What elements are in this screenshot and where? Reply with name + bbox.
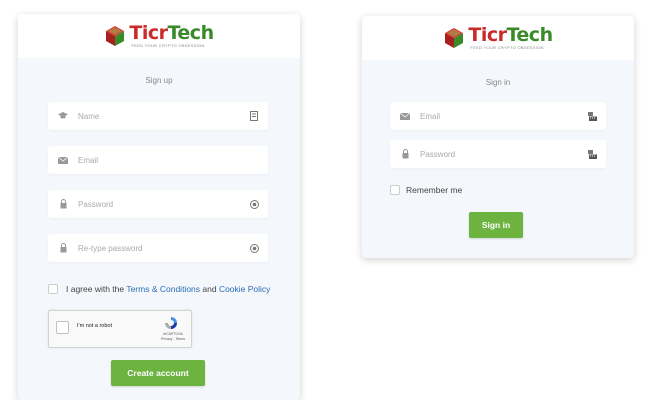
logo-tagline: FEED YOUR CRYPTO OBSESSION <box>470 45 544 50</box>
logo-text-tech: Tech <box>167 22 214 44</box>
lock-icon <box>52 199 74 209</box>
signin-button[interactable]: Sign in <box>469 212 523 238</box>
signin-header: TicrTech FEED YOUR CRYPTO OBSESSION <box>362 16 634 60</box>
terms-link[interactable]: Terms & Conditions <box>126 284 200 294</box>
signin-password-field[interactable] <box>390 140 606 168</box>
signup-title: Sign up <box>145 76 173 85</box>
password-field[interactable] <box>48 190 268 218</box>
cookie-policy-link[interactable]: Cookie Policy <box>219 284 271 294</box>
email-field[interactable] <box>48 146 268 174</box>
recaptcha-logo-icon <box>165 317 177 329</box>
remember-me-checkbox[interactable] <box>390 185 400 195</box>
retype-password-input[interactable] <box>74 243 244 253</box>
retype-password-field[interactable] <box>48 234 268 262</box>
agree-checkbox[interactable] <box>48 284 58 294</box>
envelope-icon <box>52 156 74 164</box>
signup-card: TicrTech FEED YOUR CRYPTO OBSESSION Sign… <box>18 14 300 400</box>
lock-icon <box>52 243 74 253</box>
recaptcha-brand-text: reCAPTCHA <box>163 332 183 336</box>
signin-email-field[interactable] <box>390 102 606 130</box>
recaptcha-label: I'm not a robot <box>77 323 112 329</box>
agree-text-middle: and <box>200 284 219 294</box>
keyboard-icon[interactable] <box>582 111 602 121</box>
signin-password-input[interactable] <box>416 149 582 159</box>
logo-tagline: FEED YOUR CRYPTO OBSESSION <box>131 43 205 48</box>
signin-email-input[interactable] <box>416 111 582 121</box>
email-input[interactable] <box>74 155 268 165</box>
cube-logo-icon <box>106 26 125 46</box>
create-account-button[interactable]: Create account <box>111 360 205 386</box>
remember-me-label: Remember me <box>406 185 463 195</box>
cube-logo-icon <box>445 28 464 48</box>
recaptcha-brand: reCAPTCHA Privacy - Terms <box>161 332 185 341</box>
signin-title: Sign in <box>485 78 511 87</box>
eye-icon[interactable] <box>244 199 264 209</box>
recaptcha-links[interactable]: Privacy - Terms <box>161 337 185 342</box>
id-card-icon <box>244 111 264 121</box>
logo-text-ticr: Ticr <box>468 24 507 46</box>
agree-text-prefix: I agree with the <box>66 284 127 294</box>
name-input[interactable] <box>74 111 244 121</box>
signin-card: TicrTech FEED YOUR CRYPTO OBSESSION Sign… <box>362 16 634 258</box>
signup-header: TicrTech FEED YOUR CRYPTO OBSESSION <box>18 14 300 58</box>
envelope-icon <box>394 112 416 120</box>
logo-text-ticr: Ticr <box>129 22 168 44</box>
recaptcha-checkbox[interactable] <box>56 321 69 334</box>
password-input[interactable] <box>74 199 244 209</box>
ticrtech-logo: TicrTech FEED YOUR CRYPTO OBSESSION <box>104 22 214 48</box>
logo-text-tech: Tech <box>506 24 553 46</box>
recaptcha-widget: I'm not a robot reCAPTCHA Privacy - Term… <box>48 310 192 348</box>
agree-label: I agree with the Terms & Conditions and … <box>66 283 276 295</box>
eye-icon[interactable] <box>244 243 264 253</box>
name-field[interactable] <box>48 102 268 130</box>
lock-icon <box>394 149 416 159</box>
keyboard-icon[interactable] <box>582 149 602 159</box>
logo-wordmark: TicrTech <box>468 24 553 46</box>
graduation-cap-icon <box>52 112 74 120</box>
ticrtech-logo: TicrTech FEED YOUR CRYPTO OBSESSION <box>443 24 553 50</box>
logo-wordmark: TicrTech <box>129 22 214 44</box>
